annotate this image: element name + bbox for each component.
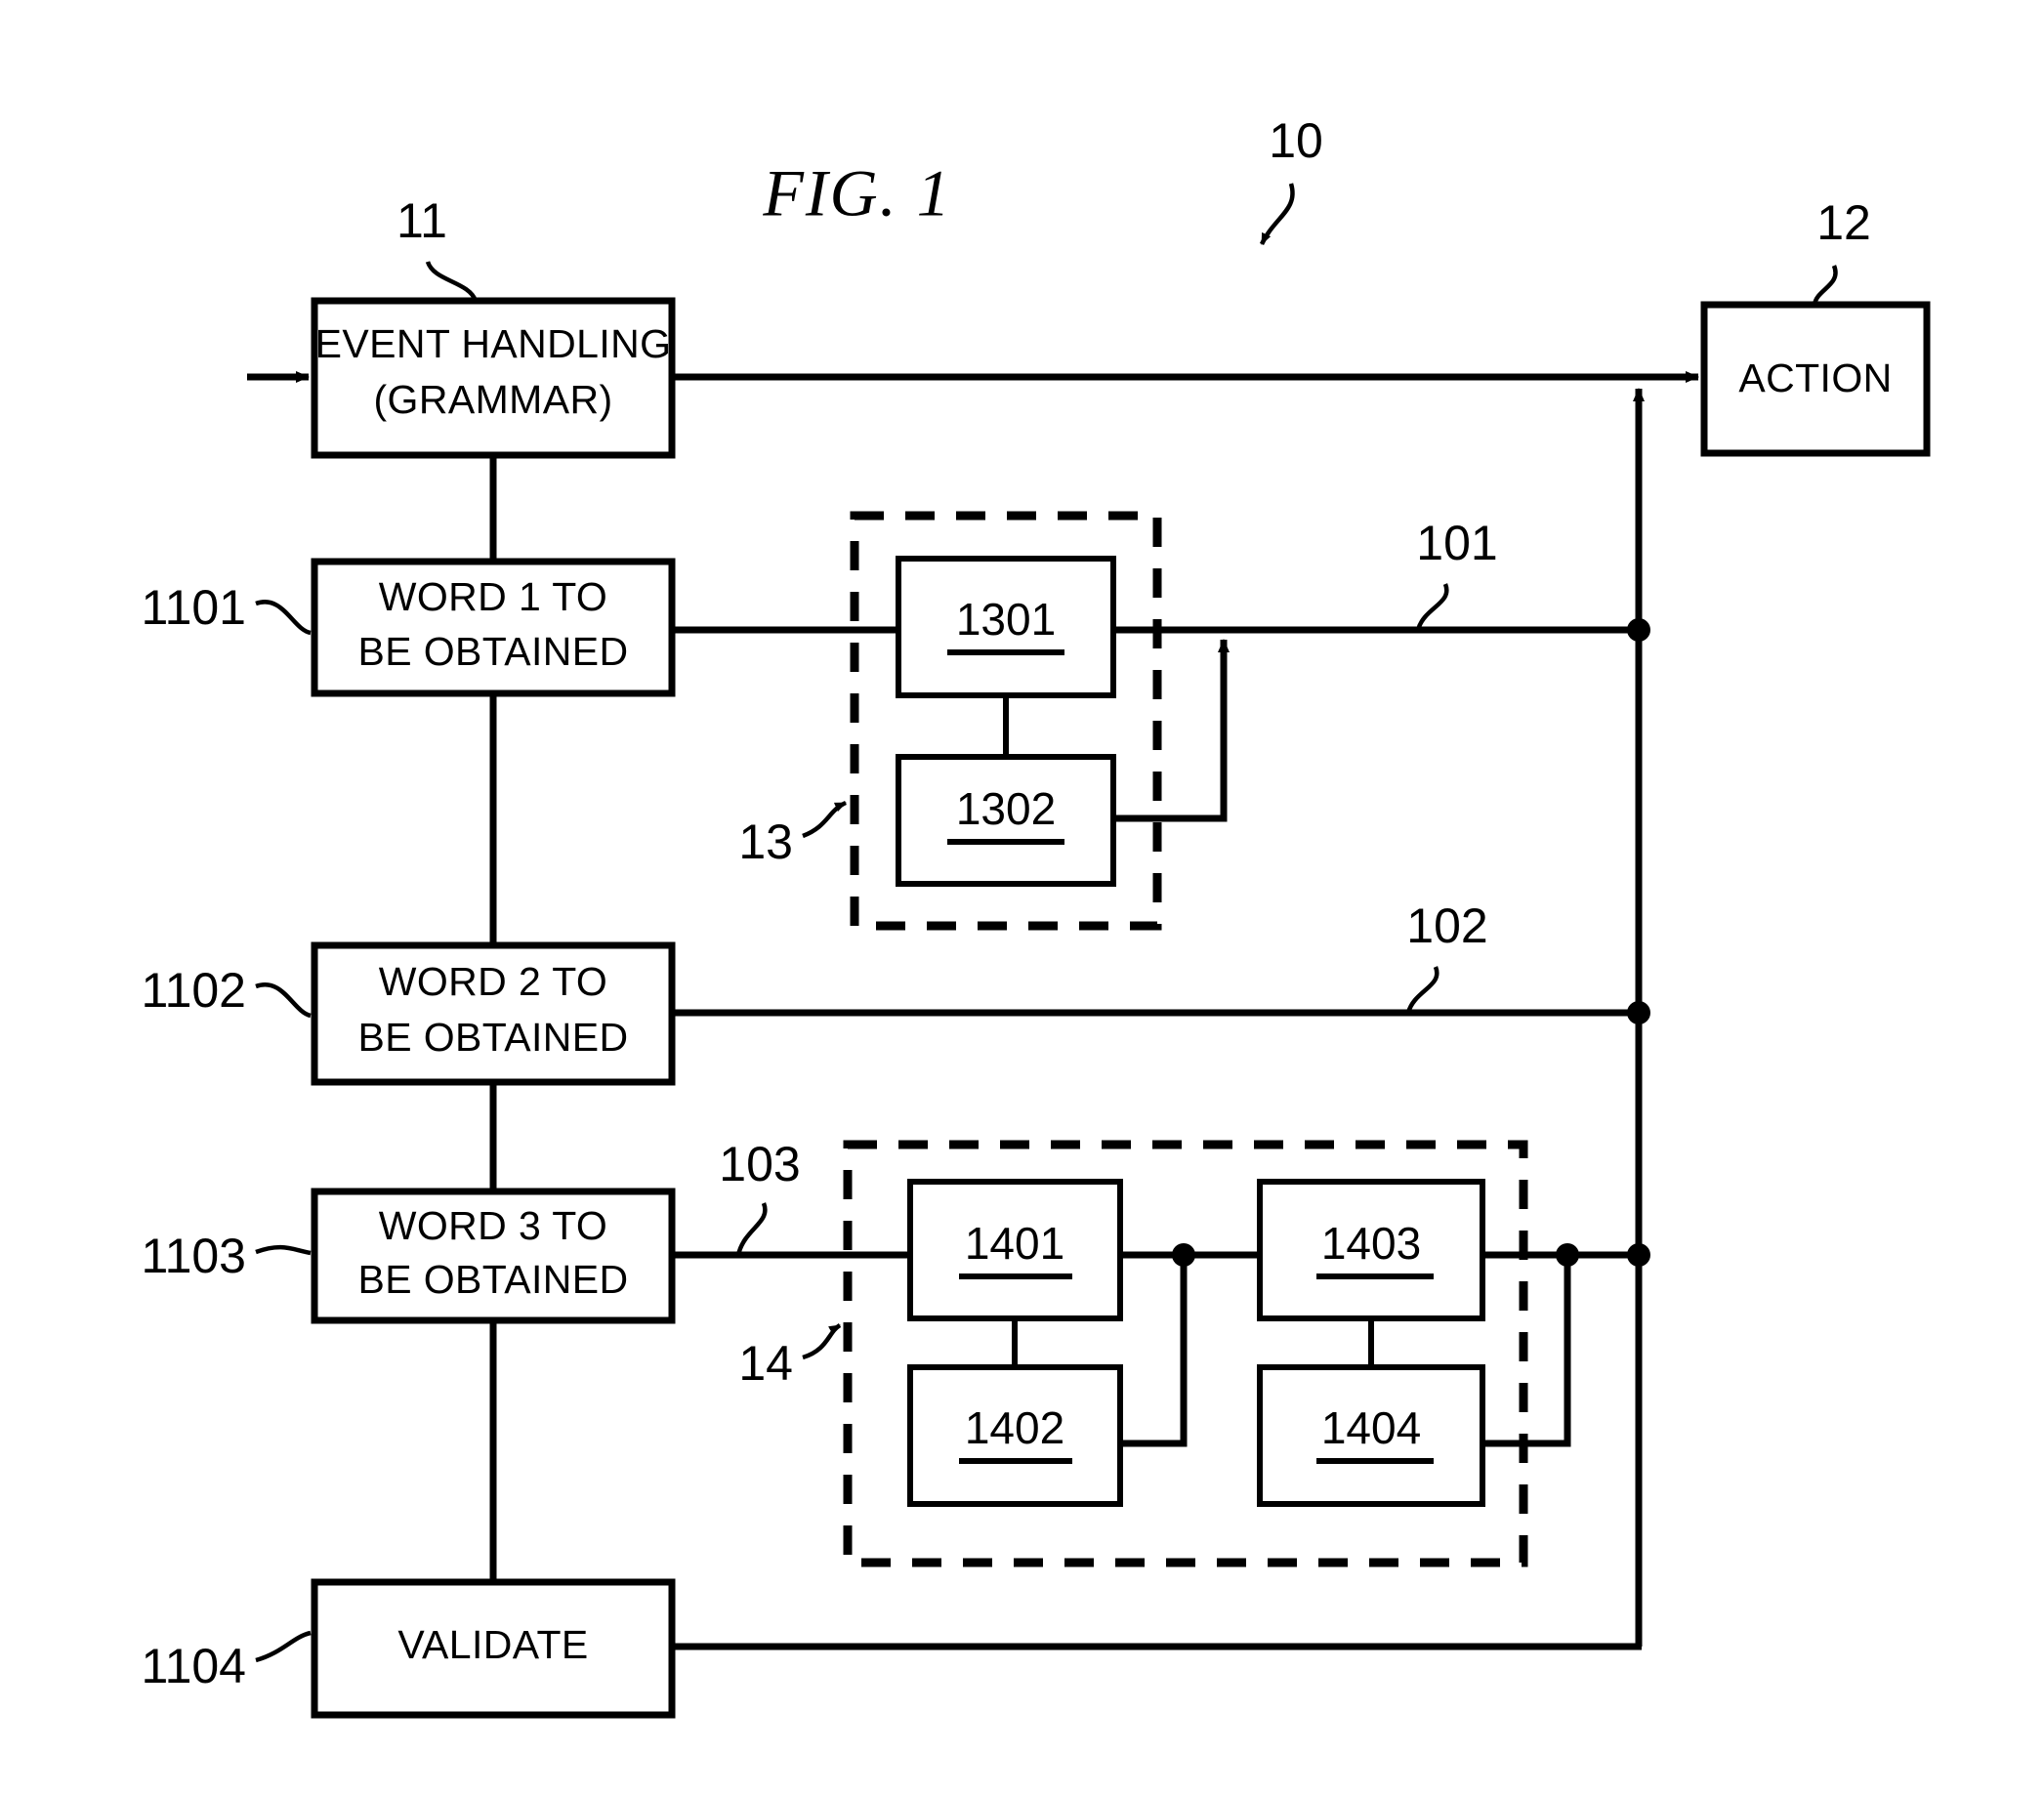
leader-101 (1415, 583, 1449, 631)
leader-group14 (802, 1323, 842, 1360)
block-1302-label: 1302 (956, 783, 1056, 834)
junction-dot-101 (1627, 618, 1650, 642)
ref-label-action: 12 (1816, 195, 1871, 250)
ref-label-word2: 1102 (141, 963, 246, 1018)
wire-1402-merge (1120, 1255, 1188, 1447)
block-1404-label: 1404 (1321, 1402, 1421, 1453)
leader-action (1812, 265, 1838, 306)
junction-dot-1403-1404 (1556, 1243, 1579, 1267)
leader-103 (735, 1202, 768, 1256)
leader-event-handling (425, 261, 479, 303)
block-1402-label: 1402 (965, 1402, 1064, 1453)
block-event-handling-line1: EVENT HANDLING (315, 321, 672, 366)
block-validate-label: VALIDATE (397, 1622, 588, 1667)
ref-label-word3: 1103 (141, 1229, 246, 1283)
leader-validate (255, 1630, 312, 1663)
patent-block-diagram: FIG. 1 10 11 EVENT HANDLING (GRAMMAR) 12… (141, 113, 1931, 1719)
figure-title: FIG. 1 (762, 156, 951, 230)
block-1403-label: 1403 (1321, 1218, 1421, 1269)
block-word3-line2: BE OBTAINED (357, 1257, 628, 1302)
block-word2-line1: WORD 2 TO (379, 959, 607, 1004)
block-action-label: ACTION (1738, 355, 1892, 400)
signal-label-103: 103 (719, 1137, 800, 1191)
block-word3-line1: WORD 3 TO (379, 1203, 607, 1248)
junction-dot-group14-bus (1627, 1243, 1650, 1267)
leader-word2 (255, 982, 312, 1019)
ref-label-word1: 1101 (141, 580, 246, 635)
block-word2-line2: BE OBTAINED (357, 1015, 628, 1060)
leader-system-ref (1259, 183, 1295, 245)
ref-label-event-handling: 11 (396, 193, 447, 248)
block-word1-line1: WORD 1 TO (379, 574, 607, 619)
figure-canvas: FIG. 1 10 11 EVENT HANDLING (GRAMMAR) 12… (0, 0, 2044, 1795)
signal-label-102: 102 (1406, 898, 1487, 953)
leader-group13 (802, 800, 848, 839)
leader-word3 (255, 1244, 312, 1256)
junction-dot-1401-1402 (1172, 1243, 1195, 1267)
ref-label-validate: 1104 (141, 1639, 246, 1693)
block-word1-line2: BE OBTAINED (357, 629, 628, 674)
leader-word1 (255, 600, 312, 636)
junction-dot-102 (1627, 1001, 1650, 1024)
wire-1302-merge (1113, 639, 1230, 822)
ref-label-group14: 14 (738, 1336, 793, 1391)
block-1301-label: 1301 (956, 594, 1056, 645)
signal-label-101: 101 (1416, 516, 1497, 570)
block-event-handling-line2: (GRAMMAR) (373, 377, 612, 422)
block-1401-label: 1401 (965, 1218, 1064, 1269)
ref-label-group13: 13 (738, 814, 793, 869)
ref-label-system: 10 (1269, 113, 1323, 168)
leader-102 (1405, 966, 1439, 1014)
